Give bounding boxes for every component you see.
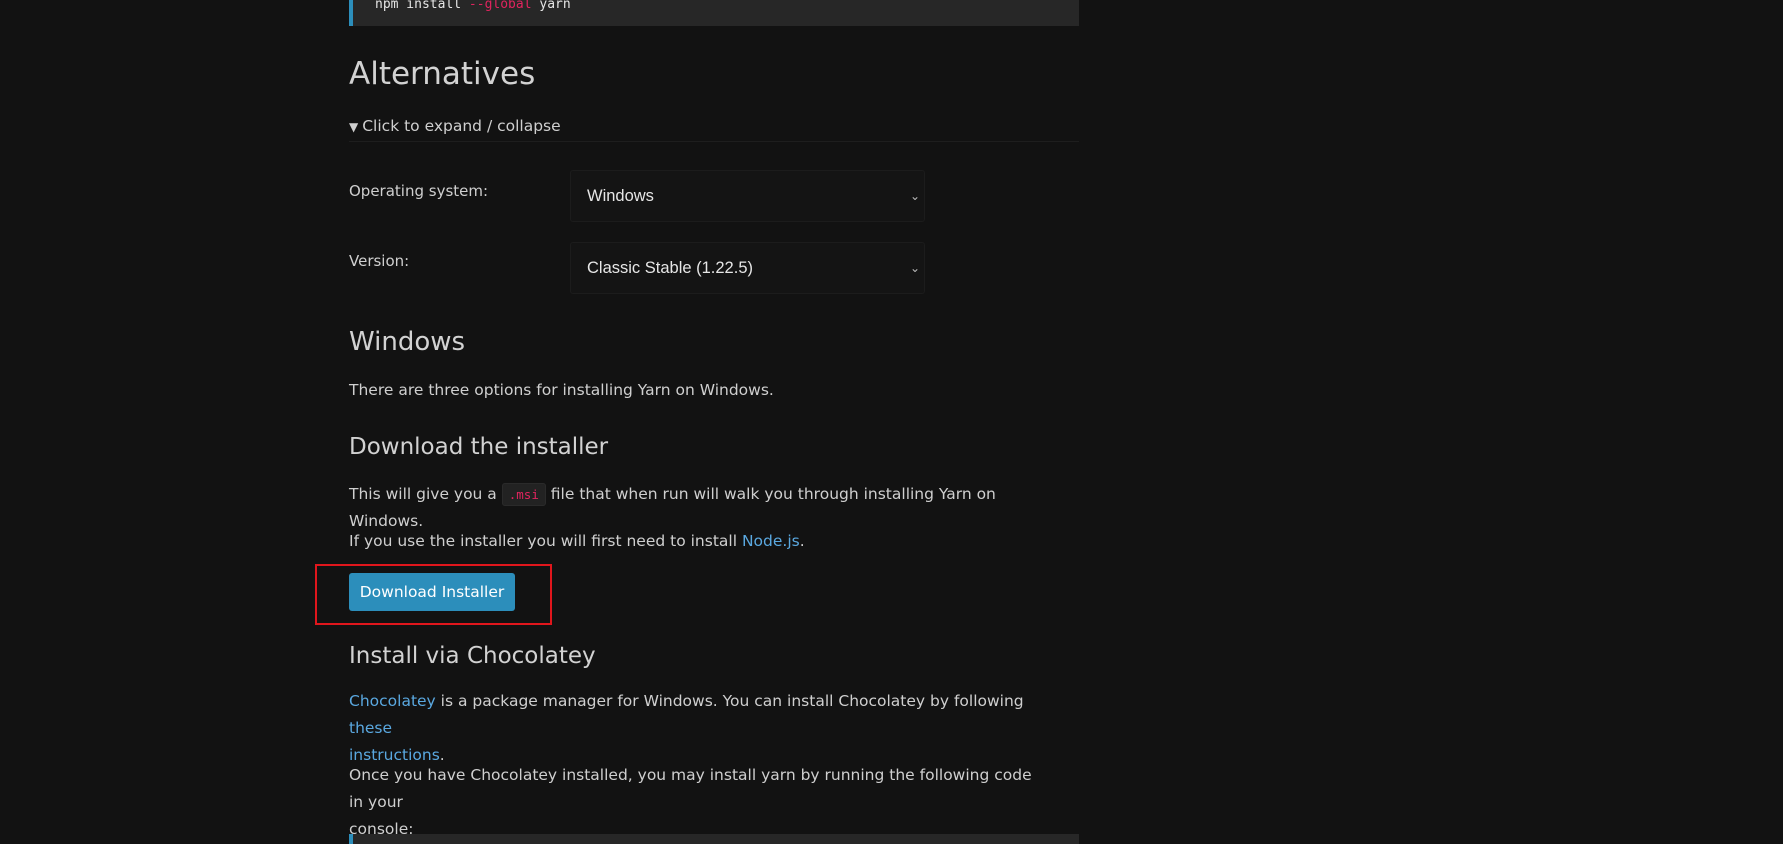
version-label: Version:	[349, 252, 410, 270]
nodejs-requirement: If you use the installer you will first …	[349, 528, 1049, 555]
highlight-box	[315, 564, 552, 625]
os-label: Operating system:	[349, 182, 489, 200]
alternatives-heading: Alternatives	[349, 56, 536, 92]
os-select-value: Windows	[587, 187, 654, 205]
code-flag: --global	[468, 0, 532, 12]
windows-intro: There are three options for installing Y…	[349, 381, 774, 399]
chocolatey-description: Chocolatey is a package manager for Wind…	[349, 688, 1049, 769]
chocolatey-install-instructions: Once you have Chocolatey installed, you …	[349, 762, 1049, 843]
nodejs-req-before: If you use the installer you will first …	[349, 532, 742, 550]
code-line: npm install --global yarn	[375, 0, 571, 11]
installer-desc-before: This will give you a	[349, 485, 502, 503]
expander-label: Click to expand / collapse	[362, 117, 561, 135]
chocolatey-desc-mid: is a package manager for Windows. You ca…	[435, 692, 1024, 710]
code-arg: yarn	[531, 0, 571, 12]
nodejs-req-after: .	[799, 532, 805, 550]
installer-description: This will give you a .msi file that when…	[349, 481, 1049, 535]
triangle-down-icon: ▼	[349, 120, 359, 134]
chevron-down-icon: ⌄	[909, 261, 920, 275]
these-link-word: these	[349, 719, 393, 737]
alternatives-expander[interactable]: ▼ Click to expand / collapse	[349, 117, 1079, 142]
version-select-value: Classic Stable (1.22.5)	[587, 259, 753, 277]
chocolatey-code-block	[349, 834, 1079, 844]
docs-content: npm install --global yarn Alternatives ▼…	[349, 0, 1079, 844]
windows-heading: Windows	[349, 327, 466, 357]
page: npm install --global yarn Alternatives ▼…	[0, 0, 1783, 844]
chevron-down-icon: ⌄	[909, 189, 920, 203]
chocolatey-heading: Install via Chocolatey	[349, 643, 596, 669]
os-select[interactable]: Windows ⌄	[570, 170, 925, 222]
download-installer-heading: Download the installer	[349, 434, 609, 460]
code-command: npm install	[375, 0, 469, 12]
version-select[interactable]: Classic Stable (1.22.5) ⌄	[570, 242, 925, 294]
chocolatey-link[interactable]: Chocolatey	[349, 692, 436, 710]
nodejs-link[interactable]: Node.js	[742, 532, 800, 550]
npm-install-code-block: npm install --global yarn	[349, 0, 1079, 26]
choco-line-1: Once you have Chocolatey installed, you …	[349, 766, 1032, 811]
these-instructions-link[interactable]: these instructions	[349, 719, 440, 764]
msi-code: .msi	[501, 483, 546, 506]
